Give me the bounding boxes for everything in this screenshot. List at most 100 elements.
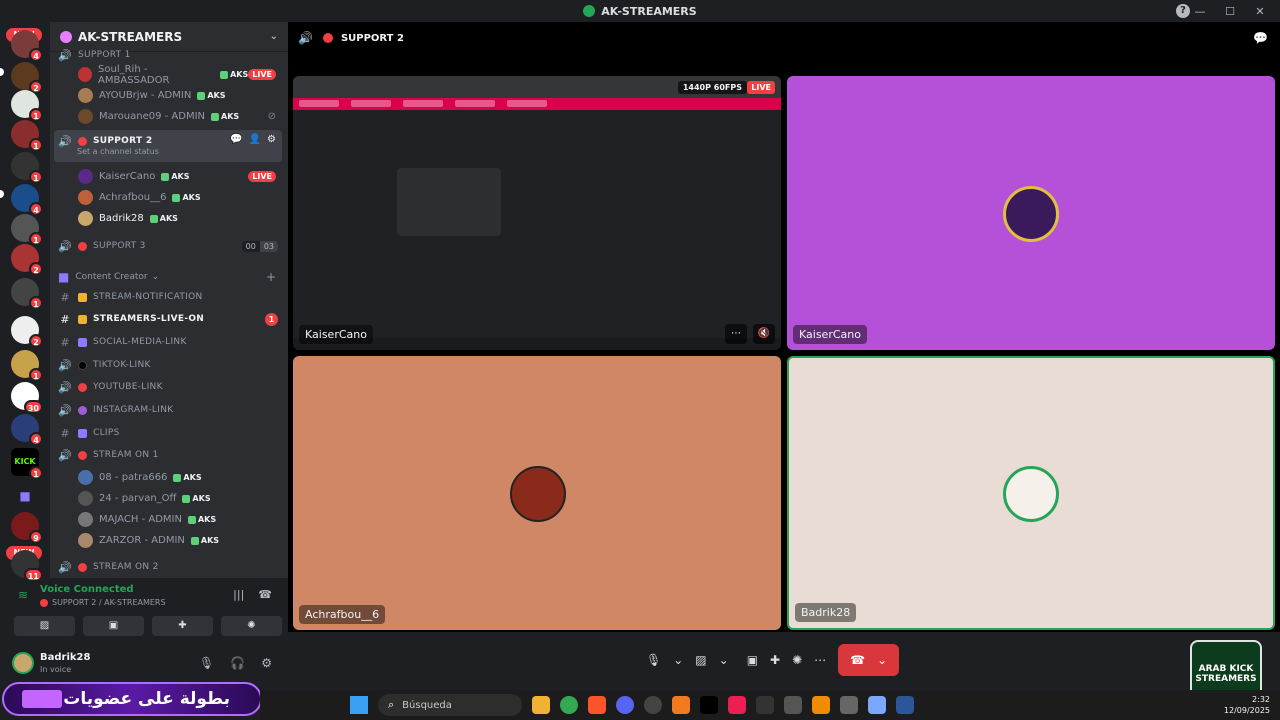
more-icon[interactable]: ⋯ <box>725 324 747 344</box>
activity-icon[interactable]: ✚ <box>770 653 780 667</box>
app-icon[interactable] <box>868 696 886 714</box>
server-icon[interactable]: 30 <box>11 382 43 414</box>
avatar <box>78 67 93 82</box>
server-icon[interactable]: 2 <box>11 316 43 348</box>
avatar[interactable] <box>12 652 34 674</box>
voice-user[interactable]: KaiserCano AKS LIVE <box>50 166 288 187</box>
voice-channel[interactable]: 🔊 YOUTUBE-LINK <box>50 376 288 398</box>
signal-icon[interactable]: ≋ <box>18 588 28 602</box>
server-icon[interactable]: 1 <box>11 214 43 246</box>
server-icon[interactable]: 4 <box>11 184 43 216</box>
system-clock[interactable]: 2:32 12/09/2025 <box>1224 694 1270 716</box>
text-channel[interactable]: # STREAMERS-LIVE-ON 1 <box>50 308 288 330</box>
screen-share-icon[interactable]: ▣ <box>747 653 758 667</box>
video-tile-speaking[interactable]: Badrik28 <box>787 356 1275 630</box>
minimize-icon[interactable]: — <box>1194 5 1206 18</box>
kick-server-icon[interactable]: KICK 1 <box>11 448 43 480</box>
bell-icon <box>78 314 87 324</box>
voice-user[interactable]: Achrafbou__6 AKS <box>50 187 288 208</box>
brave-icon[interactable] <box>588 696 606 714</box>
speaker-icon: 🔊 <box>58 134 72 148</box>
speaker-icon: 🔊 <box>298 31 313 45</box>
soundboard-icon[interactable]: ✺ <box>792 653 802 667</box>
discord-icon[interactable] <box>616 696 634 714</box>
gear-icon[interactable]: ⚙ <box>261 656 272 670</box>
voice-channel[interactable]: 🔊 INSTAGRAM-LINK <box>50 399 288 421</box>
video-tile[interactable]: Achrafbou__6 <box>293 356 781 630</box>
voice-user[interactable]: Badrik28 AKS <box>50 208 288 229</box>
file-explorer-icon[interactable] <box>532 696 550 714</box>
stream-mute-icon[interactable]: 🔇 <box>753 324 775 344</box>
text-channel[interactable]: # STREAM-NOTIFICATION <box>50 286 288 308</box>
tiktok-icon[interactable] <box>700 696 718 714</box>
folder-icon[interactable]: ■ <box>11 482 39 510</box>
server-icon[interactable]: 2 <box>11 244 43 276</box>
chevron-down-icon[interactable]: ⌄ <box>719 653 729 667</box>
voice-channel-stream-on-1[interactable]: 🔊 STREAM ON 1 <box>50 444 288 466</box>
voice-user[interactable]: Marouane09 - ADMIN AKS ⊘ <box>50 106 288 127</box>
mic-control[interactable]: 🎙 ⌄ ▨ ⌄ <box>640 644 735 676</box>
server-icon[interactable]: 1 <box>11 120 43 152</box>
chrome-icon[interactable] <box>560 696 578 714</box>
gear-icon[interactable]: ⚙ <box>267 134 276 145</box>
voice-channel-support-2[interactable]: 🔊 SUPPORT 2 Set a channel status 💬 👤 ⚙ <box>54 130 282 162</box>
add-channel-icon[interactable]: + <box>266 270 276 284</box>
app-icon[interactable] <box>756 696 774 714</box>
chevron-down-icon[interactable]: ⌄ <box>673 653 683 667</box>
chevron-down-icon[interactable]: ⌄ <box>877 653 887 667</box>
camera-off-button[interactable]: ▨ <box>14 616 75 636</box>
server-icon[interactable]: 1 <box>11 152 43 184</box>
invite-icon[interactable]: 👤 <box>249 134 261 145</box>
voice-channel[interactable]: 🔊 TIKTOK-LINK <box>50 354 288 376</box>
activity-button[interactable]: ✚ <box>152 616 213 636</box>
server-icon[interactable]: 4 <box>11 30 43 62</box>
text-channel[interactable]: # CLIPS <box>50 422 288 444</box>
chat-icon[interactable]: 💬 <box>1253 31 1268 45</box>
chat-icon[interactable]: 💬 <box>230 134 242 145</box>
server-icon[interactable]: 1 <box>11 350 43 382</box>
category-content-creator[interactable]: ■ Content Creator ⌄ + <box>50 268 288 286</box>
app-icon[interactable] <box>840 696 858 714</box>
vlc-icon[interactable] <box>812 696 830 714</box>
voice-user[interactable]: ZARZOR - ADMIN AKS <box>50 530 288 551</box>
server-icon[interactable]: 11 <box>11 550 43 580</box>
username[interactable]: Badrik28 <box>40 652 90 663</box>
help-icon[interactable]: ? <box>1176 4 1190 18</box>
disconnect-button[interactable]: ☎ ⌄ <box>838 644 900 676</box>
server-icon[interactable]: 2 <box>11 62 43 94</box>
disconnect-icon[interactable]: ☎ <box>258 588 272 601</box>
terminal-icon[interactable] <box>784 696 802 714</box>
voice-user[interactable]: MAJACH - ADMIN AKS <box>50 509 288 530</box>
more-icon[interactable]: ⋯ <box>814 653 826 667</box>
app-icon[interactable] <box>644 696 662 714</box>
camera-off-icon[interactable]: ▨ <box>695 653 706 667</box>
voice-user[interactable]: 24 - parvan_Off AKS <box>50 488 288 509</box>
close-icon[interactable]: ✕ <box>1254 5 1266 18</box>
voice-channel-support-3[interactable]: 🔊 SUPPORT 3 00 03 <box>50 235 288 257</box>
maximize-icon[interactable]: ☐ <box>1224 5 1236 18</box>
voice-user[interactable]: Soul_Rih - AMBASSADOR AKS LIVE <box>50 64 288 86</box>
tiktok-live-icon[interactable] <box>728 696 746 714</box>
text-channel[interactable]: # SOCIAL-MEDIA-LINK <box>50 331 288 353</box>
server-icon[interactable]: 9 <box>11 512 43 544</box>
server-icon[interactable]: 1 <box>11 90 43 122</box>
soundboard-button[interactable]: ✺ <box>221 616 282 636</box>
windows-start-icon[interactable] <box>350 696 368 714</box>
voice-user[interactable]: 08 - patra666 AKS <box>50 467 288 488</box>
server-icon[interactable]: 4 <box>11 414 43 446</box>
microphone-icon[interactable]: 🎙 <box>199 656 214 670</box>
voice-user[interactable]: AYOUBrjw - ADMIN AKS <box>50 85 288 106</box>
screen-share-button[interactable]: ▣ <box>83 616 144 636</box>
taskbar-search[interactable]: ⌕ Búsqueda <box>378 694 522 716</box>
app-icon[interactable] <box>672 696 690 714</box>
channel-status[interactable]: Set a channel status <box>77 147 159 156</box>
video-tile[interactable]: KaiserCano <box>787 76 1275 350</box>
voice-channel-stream-on-2[interactable]: 🔊 STREAM ON 2 <box>50 556 288 578</box>
word-icon[interactable] <box>896 696 914 714</box>
noise-suppression-icon[interactable]: ||| <box>233 588 244 601</box>
voice-status[interactable]: Voice Connected <box>40 584 134 595</box>
server-icon[interactable]: 1 <box>11 278 43 310</box>
microphone-icon[interactable]: 🎙 <box>646 653 661 667</box>
headphones-icon[interactable]: 🎧 <box>230 656 245 670</box>
screen-share-tile[interactable]: 1440P 60FPS LIVE KaiserCano ⋯ 🔇 <box>293 76 781 350</box>
